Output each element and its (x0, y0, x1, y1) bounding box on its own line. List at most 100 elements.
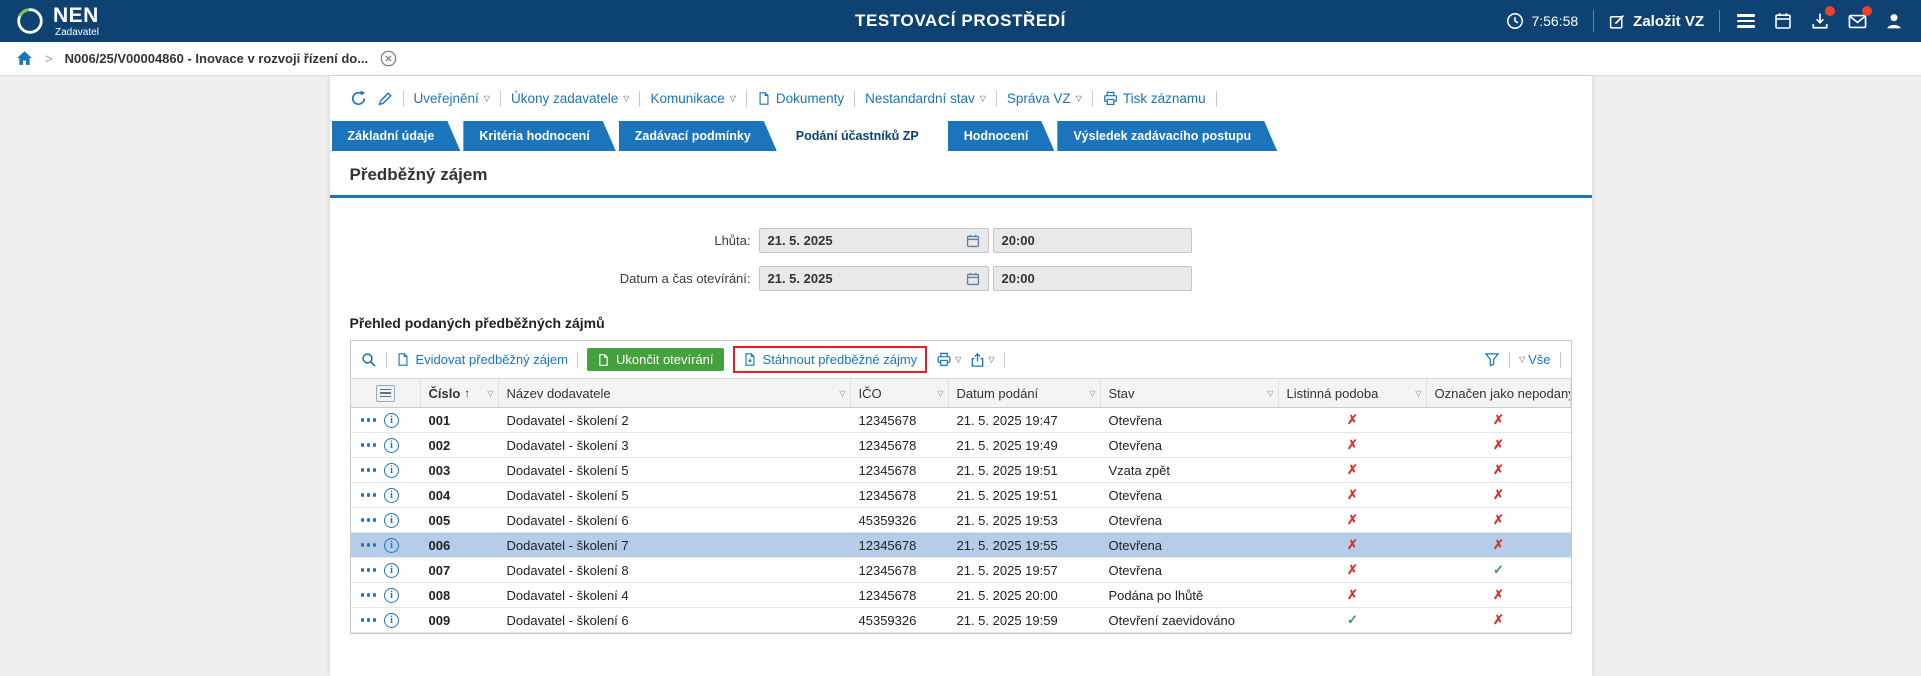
cell-status: Otevření zaevidováno (1108, 612, 1235, 628)
lhuta-date-field[interactable]: 21. 5. 2025 (758, 228, 989, 253)
chevron-down-icon[interactable]: ▽ (988, 355, 994, 364)
row-info-icon[interactable]: i (384, 562, 399, 578)
table-row[interactable]: i 007 Dodavatel - školení 8 12345678 21. 5. … (350, 558, 1571, 583)
filter-caret-icon[interactable]: ▽ (937, 389, 943, 398)
document-icon (597, 353, 610, 367)
filter-caret-icon[interactable]: ▽ (839, 389, 845, 398)
row-info-icon[interactable]: i (384, 462, 399, 478)
downloads-icon[interactable] (1809, 6, 1835, 32)
toolbar-separator (1508, 351, 1510, 368)
row-menu-icon[interactable] (360, 493, 376, 497)
profile-icon[interactable] (1883, 10, 1905, 32)
row-menu-icon[interactable] (360, 618, 376, 622)
print-icon[interactable] (936, 352, 952, 367)
row-info-icon[interactable]: i (384, 412, 399, 428)
chevron-down-icon[interactable]: ▽ (955, 355, 961, 364)
current-time: 7:56:58 (1506, 12, 1578, 30)
home-icon[interactable] (16, 50, 33, 67)
table-row[interactable]: i 001 Dodavatel - školení 2 12345678 21. 5. … (350, 408, 1571, 433)
calendar-icon[interactable] (1772, 10, 1794, 32)
otevirani-date-field[interactable]: 21. 5. 2025 (758, 266, 989, 291)
menu-nestandardni-stav[interactable]: Nestandardní stav ▽ (865, 91, 986, 106)
row-menu-icon[interactable] (360, 518, 376, 522)
table-row[interactable]: i 003 Dodavatel - školení 5 12345678 21. 5. … (350, 458, 1571, 483)
search-icon[interactable] (361, 352, 377, 368)
row-menu-icon[interactable] (360, 468, 376, 472)
tab-hodnoceni[interactable]: Hodnocení (948, 121, 1055, 151)
cell-ico: 12345678 (858, 412, 917, 428)
hamburger-menu-icon[interactable] (1735, 10, 1757, 32)
table-row[interactable]: i 004 Dodavatel - školení 5 12345678 21. 5. … (350, 483, 1571, 508)
menu-komunikace[interactable]: Komunikace ▽ (650, 91, 735, 106)
nen-brand[interactable]: NEN Zadavatel (16, 5, 99, 38)
form-row-lhuta: Lhůta: 21. 5. 2025 20:00 (350, 228, 1572, 253)
menu-tisk-zaznamu[interactable]: Tisk záznamu (1103, 91, 1206, 106)
calendar-icon[interactable] (966, 234, 980, 248)
filter-caret-icon[interactable]: ▽ (1415, 389, 1421, 398)
zalozit-vz-button[interactable]: Založit VZ (1609, 13, 1704, 30)
menu-sprava-vz[interactable]: Správa VZ ▽ (1007, 91, 1082, 106)
menu-uverejneni[interactable]: Uveřejnění ▽ (414, 91, 490, 106)
column-header-4[interactable]: Stav ▽ (1101, 379, 1279, 407)
cell-oznacen-nepodany: ✗ (1493, 537, 1504, 552)
ukoncit-oteviranie-button[interactable]: Ukončit otevírání (586, 348, 724, 371)
column-header-6[interactable]: Označen jako nepodaný (1427, 379, 1571, 407)
column-header-1[interactable]: Název dodavatele ▽ (499, 379, 851, 407)
table-row[interactable]: i 006 Dodavatel - školení 7 12345678 21. 5. … (350, 533, 1571, 558)
topbar-separator (1719, 10, 1720, 32)
lhuta-time-field[interactable]: 20:00 (992, 228, 1192, 253)
brand-role: Zadavatel (55, 26, 99, 38)
tab-zakladni-udaje[interactable]: Základní údaje (332, 121, 461, 151)
cell-supplier: Dodavatel - školení 2 (506, 412, 629, 428)
evidovat-zajem-button[interactable]: Evidovat předběžný zájem (396, 352, 568, 367)
edit-icon[interactable] (377, 91, 393, 107)
table-row[interactable]: i 002 Dodavatel - školení 3 12345678 21. 5. … (350, 433, 1571, 458)
otevirani-time-field[interactable]: 20:00 (992, 266, 1192, 291)
row-menu-icon[interactable] (360, 568, 376, 572)
row-menu-icon[interactable] (360, 443, 376, 447)
filter-caret-icon[interactable]: ▽ (487, 389, 493, 398)
filter-icon[interactable] (1484, 352, 1500, 367)
menu-ukony-zadavatele[interactable]: Úkony zadavatele ▽ (511, 91, 629, 106)
breadcrumb-item[interactable]: N006/25/V00004860 - Inovace v rozvoji ří… (65, 51, 368, 66)
notification-badge (1862, 6, 1872, 16)
tab-kriteria-hodnoceni[interactable]: Kritéria hodnocení (463, 121, 615, 151)
filter-caret-icon[interactable]: ▽ (1267, 389, 1273, 398)
history-icon[interactable] (350, 90, 367, 107)
row-info-icon[interactable]: i (384, 512, 399, 528)
close-icon[interactable] (380, 50, 397, 67)
row-menu-icon[interactable] (360, 593, 376, 597)
cell-ico: 45359326 (858, 612, 917, 628)
row-menu-icon[interactable] (360, 543, 376, 547)
table-row[interactable]: i 009 Dodavatel - školení 6 45359326 21. 5. … (350, 608, 1571, 633)
row-info-icon[interactable]: i (384, 487, 399, 503)
row-menu-icon[interactable] (360, 418, 376, 422)
column-header-3[interactable]: Datum podání ▽ (949, 379, 1101, 407)
document-download-icon (743, 352, 757, 367)
table-row[interactable]: i 008 Dodavatel - školení 4 12345678 21. 5. … (350, 583, 1571, 608)
column-header-0[interactable]: Číslo ↑ ▽ (421, 379, 499, 407)
row-info-icon[interactable]: i (384, 537, 399, 553)
cell-status: Podána po lhůtě (1108, 587, 1204, 603)
column-header-5[interactable]: Listinná podoba ▽ (1279, 379, 1427, 407)
messages-icon[interactable] (1846, 6, 1872, 32)
printer-icon (1103, 91, 1118, 106)
export-icon[interactable] (970, 352, 985, 368)
row-info-icon[interactable]: i (384, 612, 399, 628)
row-info-icon[interactable]: i (384, 437, 399, 453)
column-header-2[interactable]: IČO ▽ (851, 379, 949, 407)
cell-ico: 12345678 (858, 587, 917, 603)
tab-zadavaci-podminky[interactable]: Zadávací podmínky (619, 121, 777, 151)
stahnout-zajmy-button[interactable]: Stáhnout předběžné zájmy (743, 352, 917, 367)
tab-vysledek-zadavaciho-postupu[interactable]: Výsledek zadávacího postupu (1057, 121, 1277, 151)
row-info-icon[interactable]: i (384, 587, 399, 603)
filter-caret-icon[interactable]: ▽ (1089, 389, 1095, 398)
calendar-icon[interactable] (966, 272, 980, 286)
cell-supplier: Dodavatel - školení 6 (506, 512, 629, 528)
tab-podani-ucastniku-zp[interactable]: Podání účastníků ZP (780, 121, 945, 151)
cell-status: Otevřena (1108, 537, 1162, 553)
filter-preset[interactable]: ▽ Vše (1519, 352, 1551, 367)
table-row[interactable]: i 005 Dodavatel - školení 6 45359326 21. 5. … (350, 508, 1571, 533)
menu-dokumenty[interactable]: Dokumenty (757, 91, 844, 106)
column-chooser-icon[interactable] (375, 384, 395, 402)
